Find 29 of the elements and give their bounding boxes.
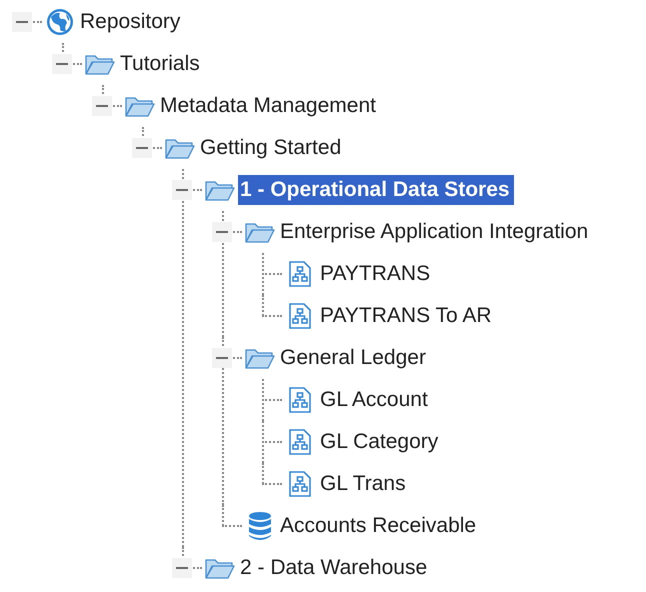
tree-item[interactable]: Metadata Management [158, 91, 380, 121]
collapse-button[interactable] [212, 222, 232, 242]
diagram-document-icon [287, 470, 313, 498]
collapse-button[interactable] [92, 96, 112, 116]
database-icon [247, 511, 273, 541]
tree-item[interactable]: GL Category [318, 427, 442, 457]
tree-item[interactable]: 1 - Operational Data Stores [238, 175, 514, 205]
tree-item[interactable]: GL Trans [318, 469, 410, 499]
tree-item[interactable]: Tutorials [118, 49, 204, 79]
collapse-button[interactable] [12, 12, 32, 32]
tree-item[interactable]: Getting Started [198, 133, 346, 163]
diagram-document-icon [287, 302, 313, 330]
collapse-button[interactable] [132, 138, 152, 158]
diagram-document-icon [287, 428, 313, 456]
diagram-document-icon [287, 386, 313, 414]
tree-item[interactable]: Accounts Receivable [278, 511, 480, 541]
collapse-button[interactable] [212, 348, 232, 368]
tree-item[interactable]: PAYTRANS To AR [318, 301, 496, 331]
tree-item[interactable]: General Ledger [278, 343, 430, 373]
collapse-button[interactable] [172, 180, 192, 200]
tree-item[interactable]: Enterprise Application Integration [278, 217, 592, 247]
collapse-button[interactable] [52, 54, 72, 74]
globe-icon [45, 7, 75, 37]
diagram-document-icon [287, 260, 313, 288]
tree-item[interactable]: PAYTRANS [318, 259, 434, 289]
collapse-button[interactable] [172, 558, 192, 578]
tree-item[interactable]: 2 - Data Warehouse [238, 553, 432, 583]
tree-item[interactable]: Repository [78, 7, 184, 37]
tree-item[interactable]: GL Account [318, 385, 432, 415]
